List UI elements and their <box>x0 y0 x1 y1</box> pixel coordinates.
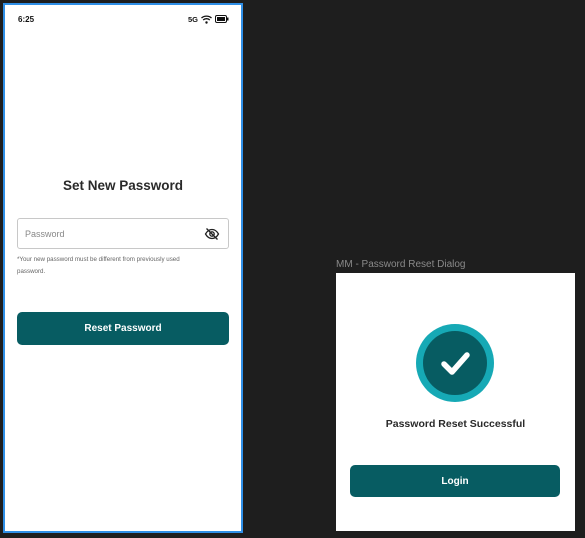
checkmark-icon <box>441 352 470 375</box>
design-canvas: 6:25 5G Set New Password *Your new passw… <box>0 0 585 538</box>
success-message: Password Reset Successful <box>385 418 526 430</box>
network-label: 5G <box>187 14 198 24</box>
check-circle-inner <box>423 331 487 395</box>
login-button[interactable]: Login <box>350 465 560 497</box>
check-circle-icon <box>416 324 494 402</box>
dialog-frame-label[interactable]: MM - Password Reset Dialog <box>336 259 465 270</box>
wifi-icon <box>201 15 212 24</box>
set-new-password-screen[interactable]: 6:25 5G Set New Password *Your new passw… <box>3 3 243 533</box>
battery-icon <box>215 15 229 23</box>
eye-off-icon[interactable] <box>204 226 220 242</box>
status-time: 6:25 <box>18 14 35 24</box>
password-field[interactable] <box>17 218 229 249</box>
page-title: Set New Password <box>62 178 184 193</box>
status-bar: 6:25 5G <box>5 5 241 33</box>
password-input[interactable] <box>25 228 204 239</box>
password-reset-dialog[interactable]: Password Reset Successful Login <box>336 273 575 531</box>
reset-password-button[interactable]: Reset Password <box>17 312 229 345</box>
password-hint: *Your new password must be different fro… <box>17 256 180 275</box>
status-indicators: 5G <box>188 15 229 24</box>
